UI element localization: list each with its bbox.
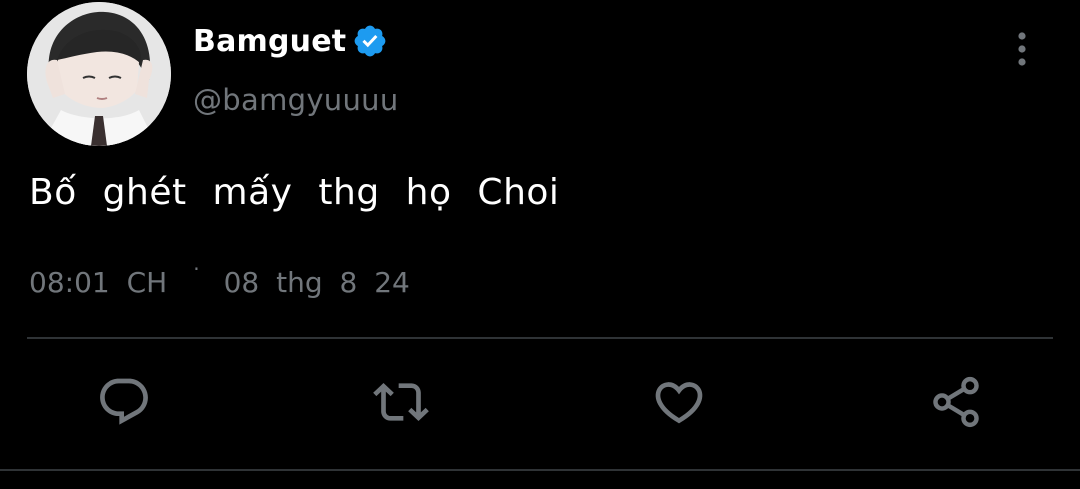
more-options-icon[interactable]	[1008, 30, 1036, 68]
retweet-icon	[373, 383, 429, 421]
author-name-row: Bamguet	[193, 20, 388, 62]
meta-separator: ·	[193, 256, 200, 281]
avatar-image	[27, 2, 171, 146]
tweet-detail: Bamguet @bamgyuuuu Bố ghét mấy thg họ Ch…	[0, 0, 1080, 489]
avatar[interactable]	[27, 2, 171, 146]
share-icon	[933, 376, 979, 428]
tweet-action-bar	[0, 372, 1080, 436]
reply-icon	[100, 378, 148, 425]
reply-button[interactable]	[94, 372, 154, 432]
share-button[interactable]	[926, 372, 986, 432]
like-button[interactable]	[649, 372, 709, 432]
divider	[0, 469, 1080, 471]
tweet-date: 08 thg 8 24	[223, 266, 410, 299]
display-name[interactable]: Bamguet	[193, 24, 346, 59]
tweet-text: Bố ghét mấy thg họ Choi	[29, 172, 560, 213]
divider	[27, 337, 1053, 339]
tweet-timestamp[interactable]: 08:01 CH · 08 thg 8 24	[29, 257, 410, 300]
retweet-button[interactable]	[371, 372, 431, 432]
author-handle[interactable]: @bamgyuuuu	[193, 83, 399, 117]
tweet-time: 08:01 CH	[29, 266, 168, 299]
verified-badge-icon	[352, 23, 388, 59]
heart-icon	[655, 382, 703, 424]
